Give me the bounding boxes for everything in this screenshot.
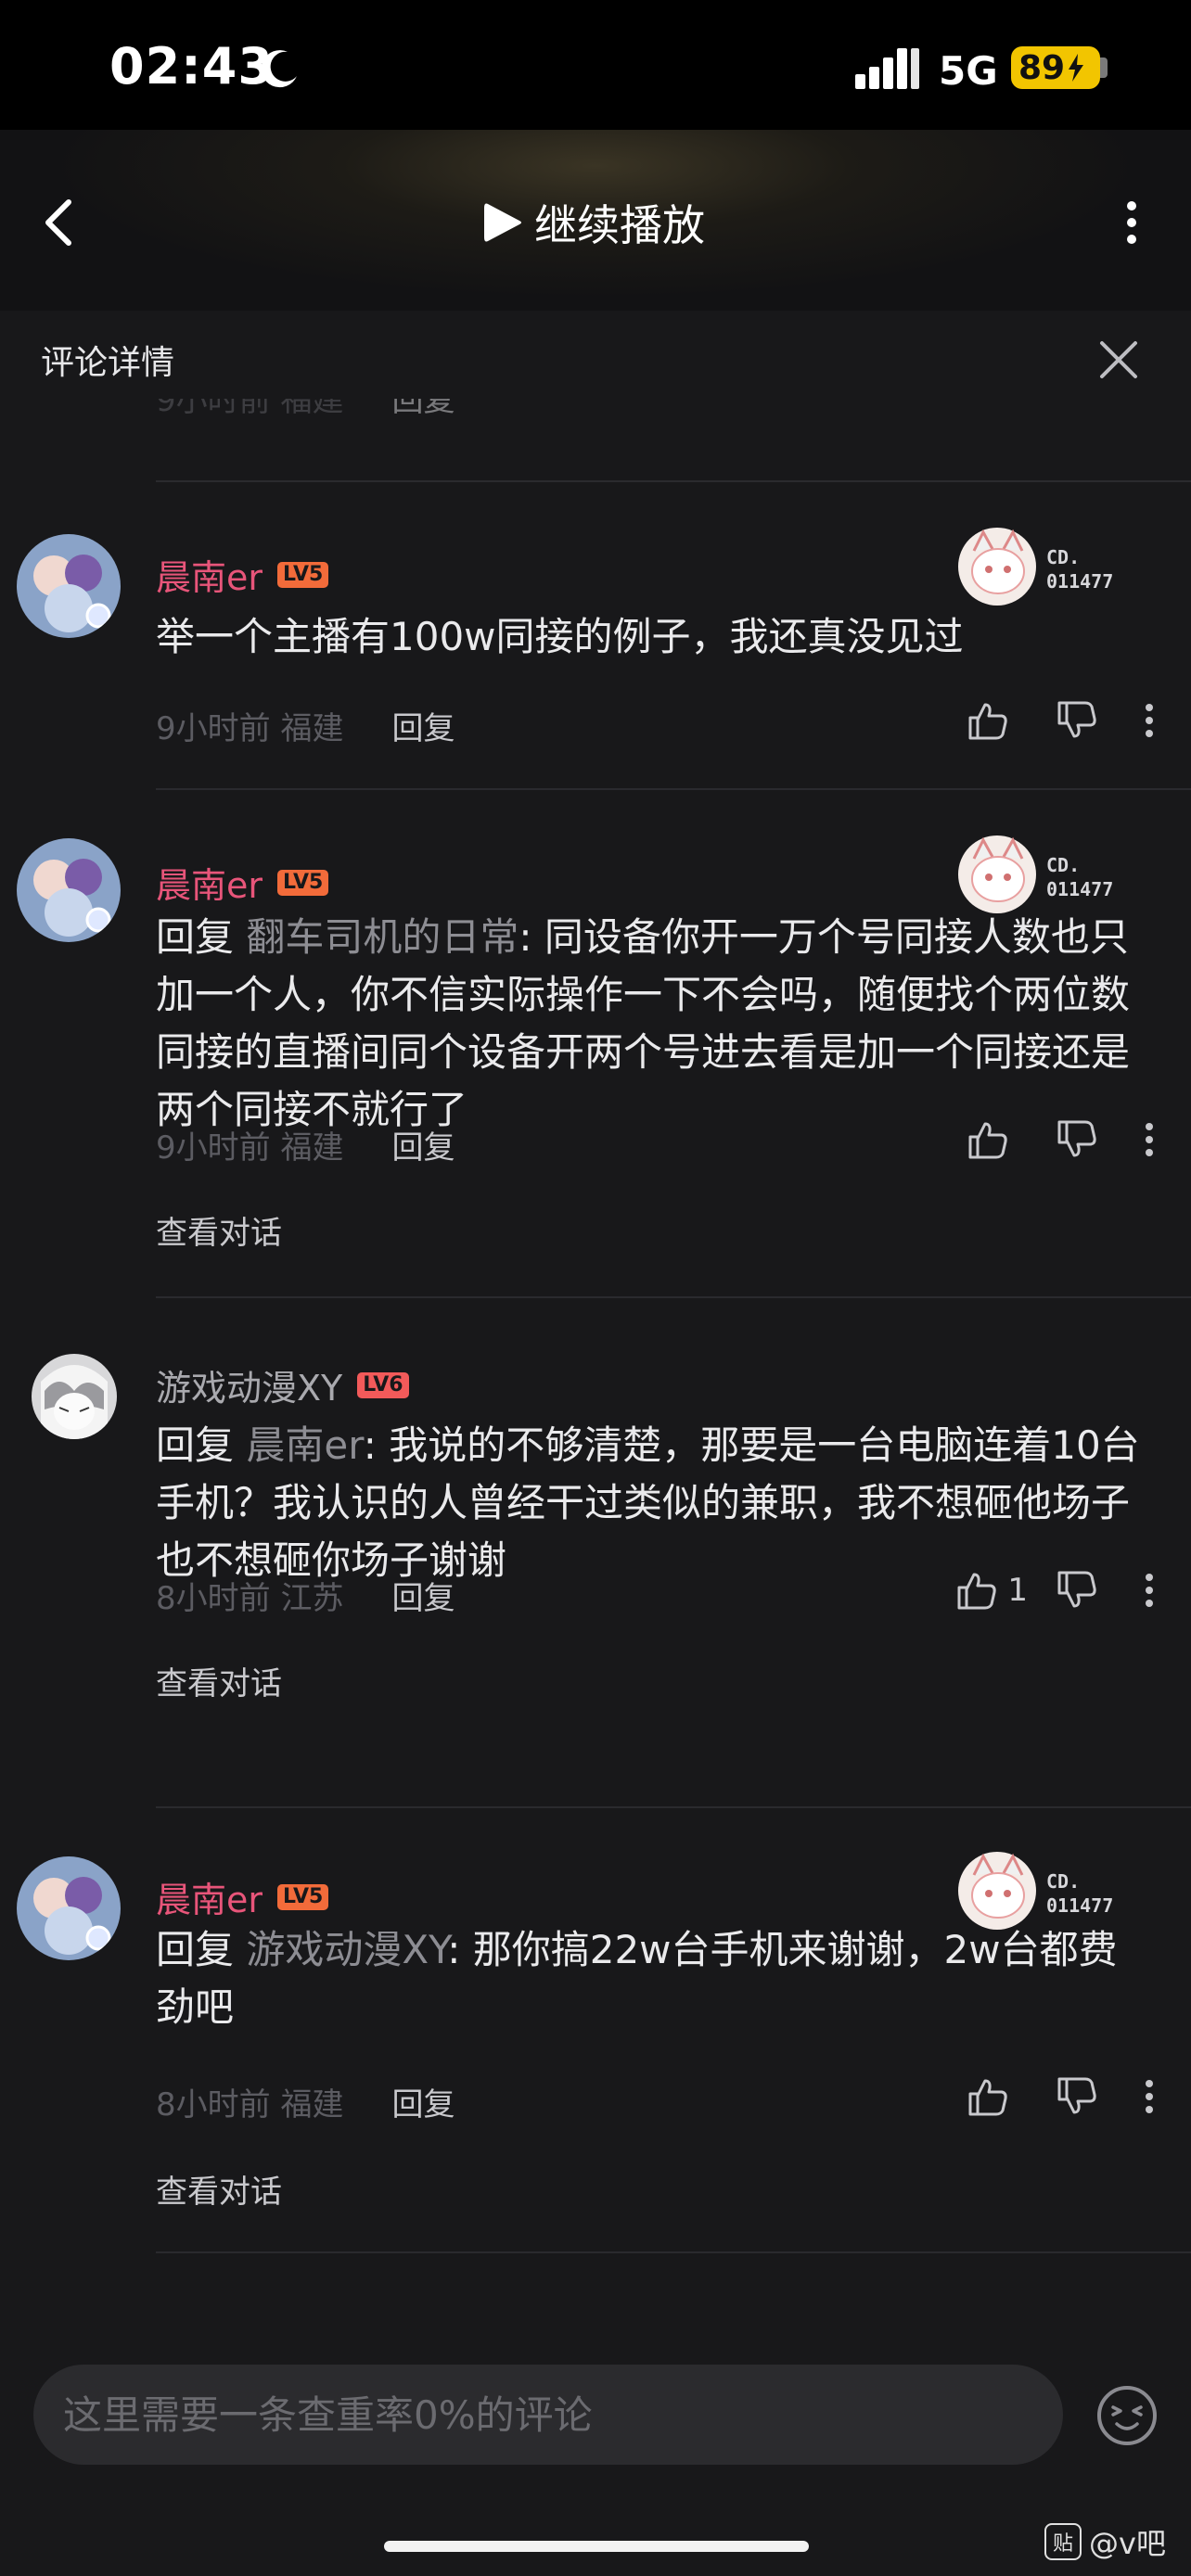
watermark: 贴 @v吧 [1044,2520,1166,2563]
status-time: 02:43 [109,37,274,96]
fan-badge: CD. 011477 [958,835,1113,913]
reply-button[interactable]: 回复 [391,1573,455,1618]
battery-tip [1100,57,1108,78]
svg-text:011477: 011477 [1046,1894,1113,1917]
more-options-icon[interactable] [1145,2078,1154,2115]
comment-item[interactable]: 晨南er LV5 CD. 011477 举一个主播有100w同接的例子，我还真没… [0,482,1191,790]
view-conversation-button[interactable]: 查看对话 [156,1658,282,1703]
svg-text:CD.: CD. [1046,1870,1080,1893]
charging-icon [1069,54,1084,82]
network-label: 5G [939,48,998,94]
back-icon[interactable] [37,197,82,249]
battery-indicator: 89 [1011,46,1100,89]
like-icon[interactable] [967,2075,1009,2118]
dislike-icon[interactable] [1056,1118,1098,1161]
svg-text:CD.: CD. [1046,546,1080,568]
svg-text:CD.: CD. [1046,854,1080,876]
reply-prefix: 回复 [156,1927,247,1972]
panel-title: 评论详情 [41,344,175,382]
comment-text: 回复 游戏动漫XY: 那你搞22w台手机来谢谢，2w台都费劲吧 [156,1921,1148,2036]
home-indicator[interactable] [384,2541,809,2552]
comment-text: 回复 翻车司机的日常: 同设备你开一万个号同接人数也只加一个人，你不信实际操作一… [156,909,1148,1139]
like-icon[interactable] [955,1569,998,1612]
level-badge: LV6 [357,1371,409,1398]
fan-badge: CD. 011477 [958,528,1113,606]
more-options-icon[interactable] [1145,1121,1154,1158]
avatar-image [32,1354,117,1439]
reply-button[interactable]: 回复 [391,703,455,748]
comment-item[interactable]: 晨南er LV5 CD. 011477 回复 游戏动漫XY: 那你搞22w台手机… [0,1808,1191,2253]
reply-button[interactable]: 回复 [391,2079,455,2124]
mention-link[interactable]: 游戏动漫XY [246,1927,447,1972]
comment-list[interactable]: 9小时前 福建 回复 晨南er LV5 CD. 011477 举一个主播有100… [0,399,1191,2318]
more-icon[interactable] [1113,197,1150,249]
reply-button[interactable]: 回复 [391,399,455,420]
level-badge: LV5 [277,869,329,896]
divider [156,2251,1191,2253]
battery-level: 89 [1018,48,1066,87]
dislike-icon[interactable] [1056,699,1098,742]
more-options-icon[interactable] [1145,702,1154,739]
moon-icon [261,50,297,88]
level-badge: LV5 [277,561,329,588]
avatar-image [17,534,121,638]
mention-link[interactable]: 晨南er [246,1422,363,1468]
comment-text: 回复 晨南er: 我说的不够清楚，那要是一台电脑连着10台手机？我认识的人曾经干… [156,1417,1148,1589]
username[interactable]: 晨南er [156,857,263,908]
comment-input-bar[interactable] [33,2365,1063,2465]
comment-time-location: 8小时前 江苏 [156,1580,344,1617]
reply-button[interactable]: 回复 [391,1122,455,1167]
like-count: 1 [1007,1572,1028,1609]
continue-play-button[interactable]: 继续播放 [482,190,705,255]
watermark-text: @v吧 [1089,2526,1166,2561]
comment-item[interactable]: 游戏动漫XY LV6 回复 晨南er: 我说的不够清楚，那要是一台电脑连着10台… [0,1298,1191,1808]
comment-time-location: 9小时前 福建 [156,399,344,419]
username[interactable]: 晨南er [156,1871,263,1922]
dislike-icon[interactable] [1056,1569,1098,1612]
reply-prefix: 回复 [156,1422,247,1468]
comment-time-location: 8小时前 福建 [156,2086,344,2123]
username[interactable]: 游戏动漫XY [156,1359,342,1410]
avatar-image [17,1856,121,1960]
comment-item[interactable]: 晨南er LV5 CD. 011477 回复 翻车司机的日常: 同设备你开一万个… [0,790,1191,1298]
dislike-icon[interactable] [1056,2075,1098,2118]
level-badge: LV5 [277,1883,329,1910]
signal-icon [855,48,919,89]
comment-time-location: 9小时前 福建 [156,710,344,747]
svg-text:011477: 011477 [1046,570,1113,593]
tieba-logo-icon: 贴 [1044,2523,1082,2560]
avatar[interactable] [17,1856,121,1960]
fan-badge: CD. 011477 [958,1852,1113,1930]
comment-time-location: 9小时前 福建 [156,1129,344,1167]
mention-link[interactable]: 翻车司机的日常 [246,914,519,960]
comment-input[interactable] [61,2391,1030,2439]
reply-prefix: 回复 [156,914,247,960]
view-conversation-button[interactable]: 查看对话 [156,1207,282,1253]
comment-text: 举一个主播有100w同接的例子，我还真没见过 [156,614,964,659]
username[interactable]: 晨南er [156,549,263,600]
emoji-icon[interactable] [1095,2383,1159,2448]
like-icon[interactable] [967,699,1009,742]
like-icon[interactable] [967,1118,1009,1161]
avatar[interactable] [32,1354,117,1439]
continue-play-label: 继续播放 [534,200,705,250]
avatar[interactable] [17,534,121,638]
close-icon[interactable] [1095,336,1143,384]
view-conversation-button[interactable]: 查看对话 [156,2166,282,2212]
avatar[interactable] [17,838,121,942]
svg-text:011477: 011477 [1046,878,1113,900]
play-icon [484,203,521,242]
avatar-image [17,838,121,942]
more-options-icon[interactable] [1145,1572,1154,1609]
